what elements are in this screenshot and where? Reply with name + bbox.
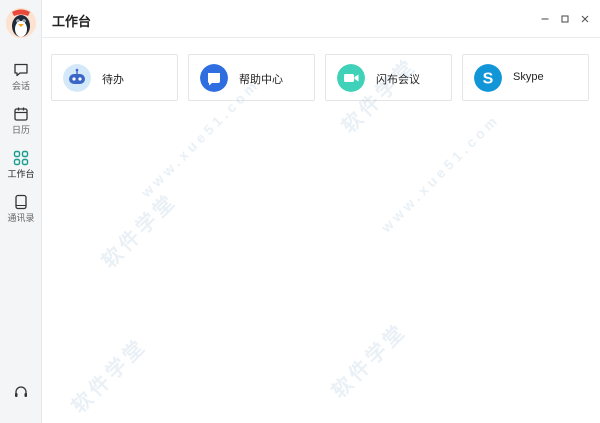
- sidebar: 会话 日历 工作台 通讯录: [0, 0, 42, 423]
- contacts-icon: [15, 194, 27, 210]
- robot-todo-icon: [63, 64, 91, 92]
- app-card-todo[interactable]: 待办: [51, 54, 178, 101]
- close-button[interactable]: [576, 10, 594, 28]
- headset-icon[interactable]: [13, 384, 29, 400]
- sidebar-item-label: 会话: [11, 81, 30, 91]
- app-card-help-center[interactable]: 帮助中心: [188, 54, 315, 101]
- penguin-avatar-icon: [6, 8, 36, 38]
- chat-bubble-icon: [14, 63, 28, 77]
- app-card-skype[interactable]: S Skype: [462, 54, 589, 101]
- sidebar-item-label: 通讯录: [7, 213, 35, 223]
- skype-icon: S: [474, 64, 502, 92]
- app-card-label: 帮助中心: [239, 74, 283, 86]
- watermark: 软件学堂: [328, 319, 412, 403]
- sidebar-item-label: 工作台: [7, 169, 35, 179]
- sidebar-item-contacts[interactable]: 通讯录: [0, 194, 42, 224]
- app-card-list: 待办 帮助中心 闪布会议 S Skype: [51, 54, 591, 102]
- app-card-label: 闪布会议: [376, 74, 420, 86]
- watermark: 软件学堂: [98, 189, 182, 273]
- sidebar-item-calendar[interactable]: 日历: [0, 106, 42, 136]
- grid-icon: [13, 150, 29, 166]
- watermark: www.xue51.com: [377, 110, 503, 236]
- video-camera-icon: [337, 64, 365, 92]
- app-card-label: Skype: [513, 71, 544, 83]
- calendar-icon: [14, 107, 28, 121]
- sidebar-item-workbench[interactable]: 工作台: [0, 150, 42, 180]
- minimize-button[interactable]: [536, 10, 554, 28]
- maximize-button[interactable]: [556, 10, 574, 28]
- app-card-meeting[interactable]: 闪布会议: [325, 54, 452, 101]
- svg-text:S: S: [483, 71, 494, 88]
- watermark: 软件学堂: [68, 334, 152, 418]
- app-card-label: 待办: [102, 74, 124, 86]
- sidebar-item-chat[interactable]: 会话: [0, 62, 42, 92]
- page-title: 工作台: [52, 14, 92, 29]
- sidebar-item-label: 日历: [11, 125, 30, 135]
- avatar[interactable]: [6, 8, 36, 38]
- help-chat-icon: [200, 64, 228, 92]
- header: 工作台: [42, 0, 600, 38]
